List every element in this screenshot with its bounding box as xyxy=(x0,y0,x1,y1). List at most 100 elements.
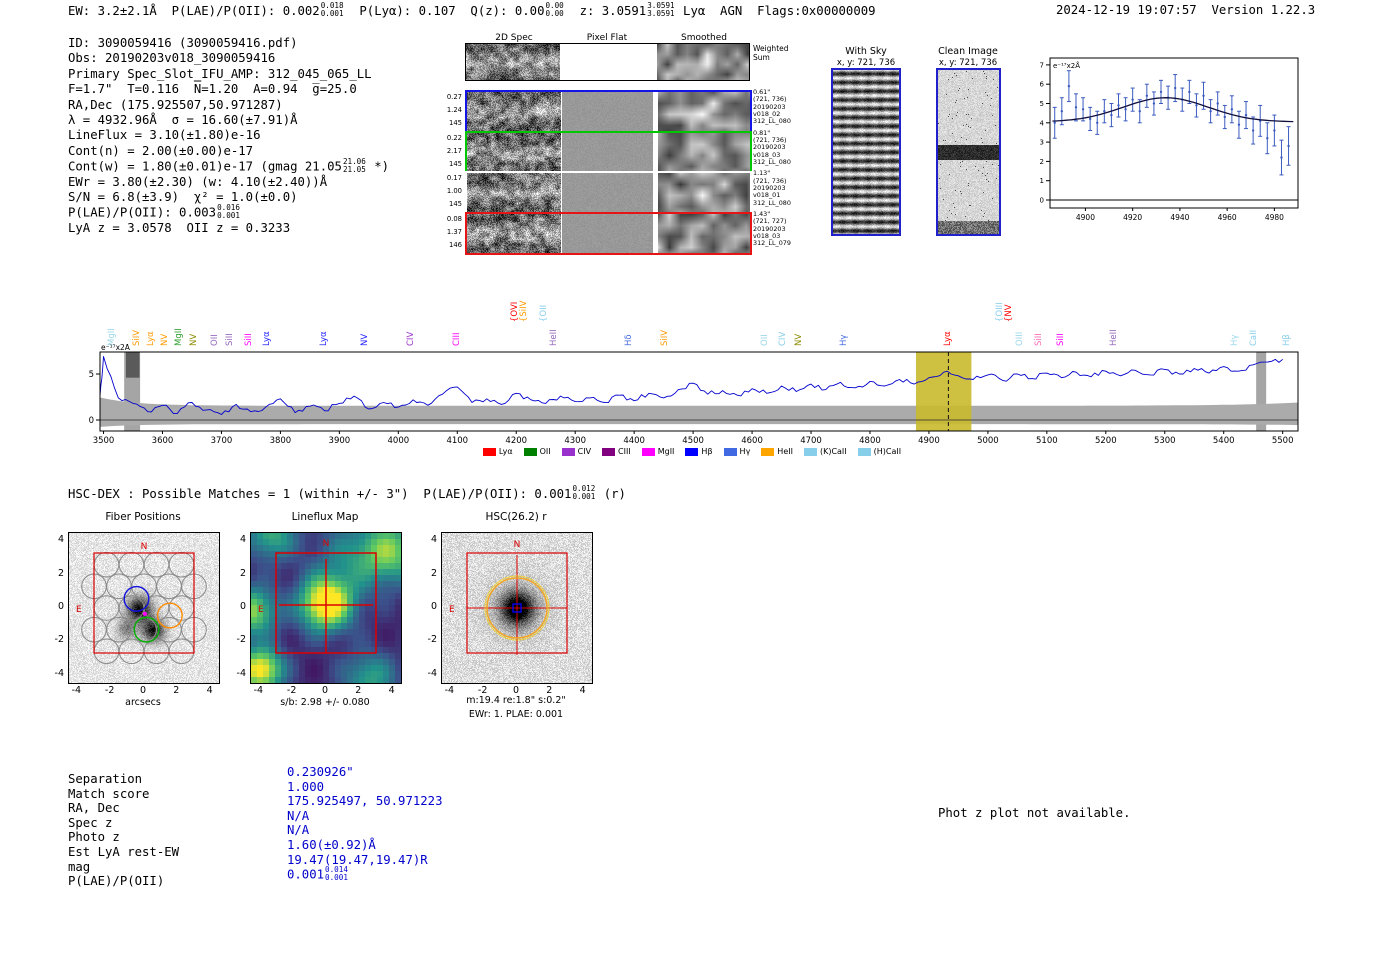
main-spectrum-plot: 3500360037003800390040004100420043004400… xyxy=(85,344,1299,459)
spec2d-row xyxy=(465,131,752,174)
col-title-2dspec: 2D Spec xyxy=(495,33,532,43)
text-segment: F=1.7" T=0.116 N̅=1.20 A=0.94 g̅=25.0 xyxy=(68,82,357,96)
text-segment: LyA z = 3.0578 OII z = 0.3233 xyxy=(68,221,290,235)
cutout-y-tick-label: 2 xyxy=(228,568,246,579)
match-row-label: Spec z xyxy=(68,816,179,831)
svg-text:3900: 3900 xyxy=(329,436,351,446)
text-segment: z: 3.0591 xyxy=(565,4,646,18)
info-line: P(LAE)/P(OII): 0.0030.0160.001 xyxy=(68,205,389,220)
match-row-label: Photo z xyxy=(68,830,179,845)
info-line: LineFlux = 3.10(±1.80)e-16 xyxy=(68,128,389,143)
col-title-pixelflat: Pixel Flat xyxy=(587,33,627,43)
uncertainty-low: 3.0591 xyxy=(647,10,674,18)
text-segment: P(LAE)/P(OII): 0.003 xyxy=(68,206,216,220)
spec2d-row-annotation: 1.43"(721, 727)20190203v018_03312_LL_079 xyxy=(753,211,817,247)
2d-spec-image xyxy=(467,133,561,172)
svg-text:5500: 5500 xyxy=(1272,436,1294,446)
axis-value: 0.22 xyxy=(434,132,462,145)
clean-image xyxy=(938,70,999,234)
2d-spec-image xyxy=(467,173,561,212)
svg-text:4700: 4700 xyxy=(800,436,822,446)
lineflux-map-panel: NE xyxy=(250,532,402,684)
svg-text:4500: 4500 xyxy=(682,436,704,446)
text-segment: EWr = 3.80(±2.30) (w: 4.10(±2.40))Å xyxy=(68,175,327,189)
uncertainty-low: 0.001 xyxy=(217,212,240,220)
fiber-positions-panel: NE xyxy=(68,532,220,684)
axis-value: 146 xyxy=(434,239,462,252)
match-value-text: 0.230926" xyxy=(287,765,354,779)
weighted-sum-label: Weighted Sum xyxy=(753,45,789,62)
cutout-x-tick-label: 0 xyxy=(135,685,151,696)
withsky-xy: x, y: 721, 736 xyxy=(837,58,895,68)
svg-text:e⁻¹⁷x2Å: e⁻¹⁷x2Å xyxy=(1053,61,1080,70)
spec2d-row-annotation: 0.61"(721, 736)20190203v018_02312_LL_080 xyxy=(753,89,817,125)
cutout-x-tick-label: 4 xyxy=(575,685,591,696)
cutout-y-tick-label: 4 xyxy=(419,534,437,545)
legend-swatch xyxy=(724,448,737,456)
cutout-y-tick-label: -2 xyxy=(228,634,246,645)
report-version: Version 1.22.3 xyxy=(1211,3,1315,17)
text-segment: *) xyxy=(367,160,389,174)
svg-text:4800: 4800 xyxy=(859,436,881,446)
spec2d-row xyxy=(465,90,752,133)
svg-text:E: E xyxy=(258,605,264,615)
axis-value: 2.17 xyxy=(434,145,462,158)
clean-image-box xyxy=(936,68,1001,236)
legend-label: CIII xyxy=(618,447,631,456)
hsc-sub1: m:19.4 re:1.8" s:0.2" xyxy=(466,695,566,706)
svg-text:4400: 4400 xyxy=(623,436,645,446)
weighted-sum-strip xyxy=(465,43,750,81)
legend-item: OII xyxy=(524,447,551,456)
text-segment: RA,Dec (175.925507,50.971287) xyxy=(68,98,283,112)
axis-value: 0.27 xyxy=(434,91,462,104)
svg-text:6: 6 xyxy=(1040,81,1045,89)
cutout-x-tick-label: 2 xyxy=(541,685,557,696)
info-line: EWr = 3.80(±2.30) (w: 4.10(±2.40))Å xyxy=(68,175,389,190)
smoothed-image xyxy=(658,133,750,172)
clean-xy: x, y: 721, 736 xyxy=(939,58,997,68)
spec2d-row xyxy=(465,171,752,214)
hsc-sub2: EWr: 1. PLAE: 0.001 xyxy=(469,709,563,720)
stacked-uncertainty: 3.05913.0591 xyxy=(647,2,674,18)
svg-text:2: 2 xyxy=(1040,158,1044,166)
photz-note: Phot z plot not available. xyxy=(938,806,1131,820)
hsc-cutout-panel: NE xyxy=(441,532,593,684)
uncertainty-low: 21.05 xyxy=(343,166,366,174)
smoothed-image xyxy=(658,173,750,212)
spec2d-row-axis-labels: 0.081.37146 xyxy=(434,213,462,252)
match-row-label: mag xyxy=(68,860,179,875)
cutout-x-tick-label: -2 xyxy=(475,685,491,696)
stacked-uncertainty: 0.000.00 xyxy=(545,2,563,18)
legend-item: Lyα xyxy=(483,447,513,456)
match-value-text: 19.47(19.47,19.47)R xyxy=(287,853,428,867)
cutout-x-tick-label: 0 xyxy=(317,685,333,696)
stacked-uncertainty: 21.0621.05 xyxy=(343,158,366,174)
svg-text:4200: 4200 xyxy=(505,436,527,446)
cutout-x-tick-label: -2 xyxy=(102,685,118,696)
svg-text:4000: 4000 xyxy=(388,436,410,446)
match-table-labels: SeparationMatch scoreRA, DecSpec zPhoto … xyxy=(68,772,179,889)
report-datetime: 2024-12-19 19:07:57 xyxy=(1056,3,1197,17)
legend-swatch xyxy=(602,448,615,456)
match-row-label: Separation xyxy=(68,772,179,787)
legend-label: HeII xyxy=(777,447,793,456)
info-line: Primary Spec_Slot_IFU_AMP: 312_045_065_L… xyxy=(68,67,389,82)
legend-swatch xyxy=(483,448,496,456)
emission-line-label: {SiIV xyxy=(519,301,529,323)
lineflux-map-overlay: NE xyxy=(251,533,401,683)
match-row-value: 0.0010.0140.001 xyxy=(287,867,442,882)
spec2d-row-annotation: 0.81"(721, 736)20190203v018_03312_LL_080 xyxy=(753,130,817,166)
svg-text:3700: 3700 xyxy=(211,436,233,446)
axis-value: 1.00 xyxy=(434,185,462,198)
svg-text:7: 7 xyxy=(1040,61,1044,69)
legend-swatch xyxy=(761,448,774,456)
svg-text:3800: 3800 xyxy=(270,436,292,446)
legend-label: MgII xyxy=(658,447,675,456)
info-line: Cont(w) = 1.80(±0.01)e-17 (gmag 21.0521.… xyxy=(68,159,389,174)
svg-text:0: 0 xyxy=(89,416,94,426)
withsky-image xyxy=(833,70,899,234)
match-table-values: 0.230926"1.000175.925497, 50.971223N/AN/… xyxy=(287,765,442,882)
svg-text:N: N xyxy=(141,542,148,552)
axis-value: 145 xyxy=(434,198,462,211)
cutout-y-tick-label: 2 xyxy=(419,568,437,579)
